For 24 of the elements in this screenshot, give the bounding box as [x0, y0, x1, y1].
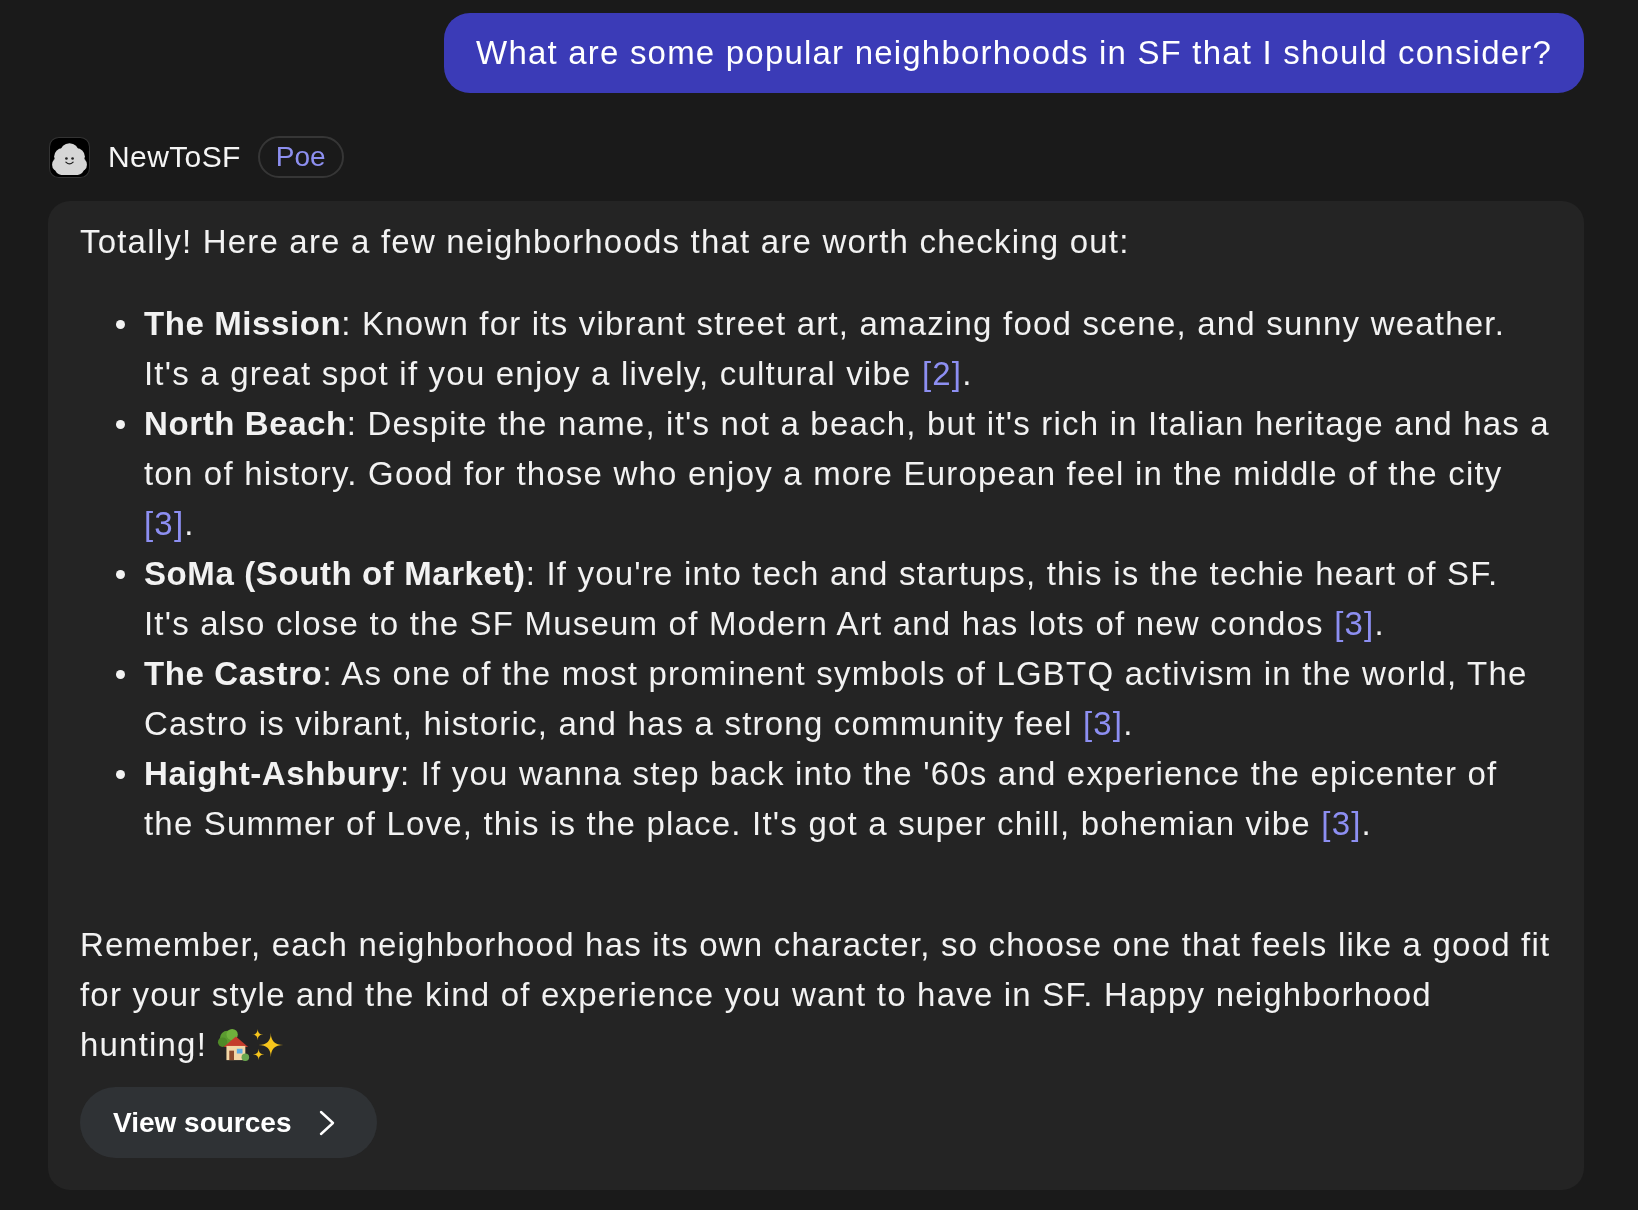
closing-text: Remember, each neighborhood has its own character, so choose one that feels like a good fit for your style and the kind of experience you want to have in SF. Happy neighborhood hunting! — [80, 925, 1552, 1065]
citation-link[interactable]: [3] — [1082, 705, 1124, 742]
bullet-icon — [116, 420, 125, 429]
citation-link[interactable]: [3] — [144, 505, 185, 542]
citation-link[interactable]: [3] — [1334, 605, 1375, 642]
list-item-text: Haight-Ashbury: If you wanna step back into the '60s and experience the epicenter of the Summer of Love, this is the place. It's got a super chill, bohemian vibe [3]. — [144, 754, 1499, 844]
list-item-text: The Castro: As one of the most prominent symbols of LGBTQ activism in the world, The Castro is vibrant, historic, and has a strong community feel [3]. — [144, 654, 1529, 744]
house-with-tree-icon — [217, 1028, 252, 1062]
citation-link[interactable]: [2] — [921, 355, 963, 392]
chevron-right-icon — [319, 1109, 336, 1136]
list-item-text: SoMa (South of Market): If you're into tech and startups, this is the techie heart of SF. It's also close to the SF Museum of Modern Art and has lots of new condos [3]. — [144, 554, 1500, 644]
intro-text: Totally! Here are a few neighborhoods that are worth checking out: — [80, 222, 1130, 262]
list-item-text: The Mission: Known for its vibrant street art, amazing food scene, and sunny weather. It's a great spot if you enjoy a lively, cultural vibe [2]. — [144, 304, 1506, 394]
bullet-icon — [116, 320, 125, 329]
bullet-icon — [116, 570, 125, 579]
bot-name: NewToSF — [108, 140, 241, 174]
bullet-icon — [116, 770, 125, 779]
bot-platform-badge: Poe — [257, 136, 344, 178]
citation-link[interactable]: [3] — [1321, 805, 1362, 842]
cloud-avatar-icon — [49, 136, 90, 178]
user-message: What are some popular neighborhoods in SF that I should consider? — [444, 13, 1584, 93]
list-item-text: North Beach: Despite the name, it's not a beach, but it's rich in Italian heritage and has a ton of history. Good for those who enjoy a more European feel in the middle of the city [3]. — [144, 404, 1551, 544]
bullet-icon — [116, 670, 125, 679]
view-sources-button[interactable]: View sources — [80, 1087, 378, 1158]
